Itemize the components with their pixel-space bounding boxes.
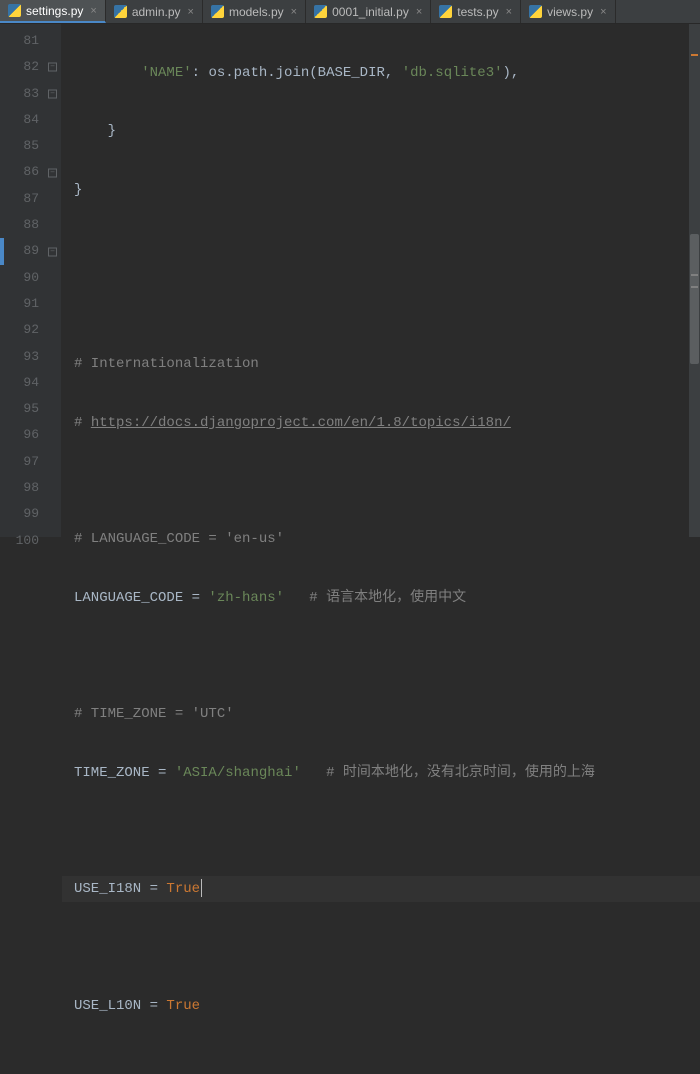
close-icon[interactable]: × [600, 6, 606, 18]
line-number[interactable]: 87 [0, 186, 61, 212]
code-line-current: USE_I18N = True [62, 876, 700, 902]
code-area[interactable]: 'NAME': os.path.join(BASE_DIR, 'db.sqlit… [62, 24, 700, 537]
python-file-icon [8, 4, 21, 17]
code-line: # https://docs.djangoproject.com/en/1.8/… [62, 410, 700, 436]
scrollbar-marker[interactable] [691, 274, 698, 276]
scrollbar-marker[interactable] [691, 286, 698, 288]
tab-label: admin.py [132, 5, 181, 19]
tab-views-py[interactable]: views.py × [521, 0, 615, 23]
code-line: TIME_ZONE = 'ASIA/shanghai' # 时间本地化，没有北京… [62, 760, 700, 786]
code-line [62, 1051, 700, 1074]
editor-area: 8182−83−848586−878889−909192939495969798… [0, 24, 700, 537]
code-line: } [62, 118, 700, 144]
tab-0001_initial-py[interactable]: 0001_initial.py × [306, 0, 431, 23]
scrollbar-marker[interactable] [691, 54, 698, 56]
tab-label: 0001_initial.py [332, 5, 409, 19]
tab-settings-py[interactable]: settings.py × [0, 0, 106, 23]
code-line: # Internationalization [62, 351, 700, 377]
line-number[interactable]: 88 [0, 212, 61, 238]
close-icon[interactable]: × [416, 6, 422, 18]
close-icon[interactable]: × [188, 6, 194, 18]
python-file-icon [114, 5, 127, 18]
close-icon[interactable]: × [506, 6, 512, 18]
code-line: USE_L10N = True [62, 993, 700, 1019]
line-number[interactable]: 84 [0, 107, 61, 133]
gutter: 8182−83−848586−878889−909192939495969798… [0, 24, 62, 537]
code-line [62, 934, 700, 960]
code-line [62, 235, 700, 261]
line-number[interactable]: 99 [0, 501, 61, 527]
code-line: LANGUAGE_CODE = 'zh-hans' # 语言本地化，使用中文 [62, 585, 700, 611]
editor-tabs: settings.py×admin.py×models.py×0001_init… [0, 0, 700, 24]
line-number[interactable]: 89− [0, 238, 61, 264]
line-number[interactable]: 93 [0, 344, 61, 370]
tab-tests-py[interactable]: tests.py × [431, 0, 521, 23]
tab-label: tests.py [457, 5, 498, 19]
line-number[interactable]: 96 [0, 422, 61, 448]
code-line: } [62, 177, 700, 203]
tab-label: views.py [547, 5, 593, 19]
tab-label: models.py [229, 5, 284, 19]
line-number[interactable]: 100 [0, 528, 61, 554]
python-file-icon [529, 5, 542, 18]
line-number[interactable]: 91 [0, 291, 61, 317]
caret [201, 879, 202, 897]
line-number[interactable]: 90 [0, 265, 61, 291]
vertical-scrollbar[interactable] [689, 24, 700, 537]
line-number[interactable]: 86− [0, 159, 61, 185]
tab-label: settings.py [26, 4, 83, 18]
python-file-icon [439, 5, 452, 18]
code-line: 'NAME': os.path.join(BASE_DIR, 'db.sqlit… [62, 60, 700, 86]
line-number[interactable]: 94 [0, 370, 61, 396]
code-line [62, 643, 700, 669]
change-marker [0, 238, 4, 264]
code-line [62, 818, 700, 844]
fold-toggle-icon[interactable]: − [48, 247, 57, 256]
code-line: # TIME_ZONE = 'UTC' [62, 701, 700, 727]
line-number[interactable]: 97 [0, 449, 61, 475]
close-icon[interactable]: × [90, 5, 96, 17]
fold-toggle-icon[interactable]: − [48, 89, 57, 98]
python-file-icon [211, 5, 224, 18]
python-file-icon [314, 5, 327, 18]
fold-toggle-icon[interactable]: − [48, 168, 57, 177]
line-number[interactable]: 92 [0, 317, 61, 343]
tab-models-py[interactable]: models.py × [203, 0, 306, 23]
line-number[interactable]: 82− [0, 54, 61, 80]
line-number[interactable]: 83− [0, 81, 61, 107]
code-line [62, 468, 700, 494]
fold-toggle-icon[interactable]: − [48, 63, 57, 72]
close-icon[interactable]: × [291, 6, 297, 18]
tab-admin-py[interactable]: admin.py × [106, 0, 203, 23]
line-number[interactable]: 85 [0, 133, 61, 159]
line-number[interactable]: 98 [0, 475, 61, 501]
scrollbar-thumb[interactable] [690, 234, 699, 364]
line-number[interactable]: 81 [0, 28, 61, 54]
line-number[interactable]: 95 [0, 396, 61, 422]
code-line [62, 293, 700, 319]
code-line: # LANGUAGE_CODE = 'en-us' [62, 526, 700, 552]
